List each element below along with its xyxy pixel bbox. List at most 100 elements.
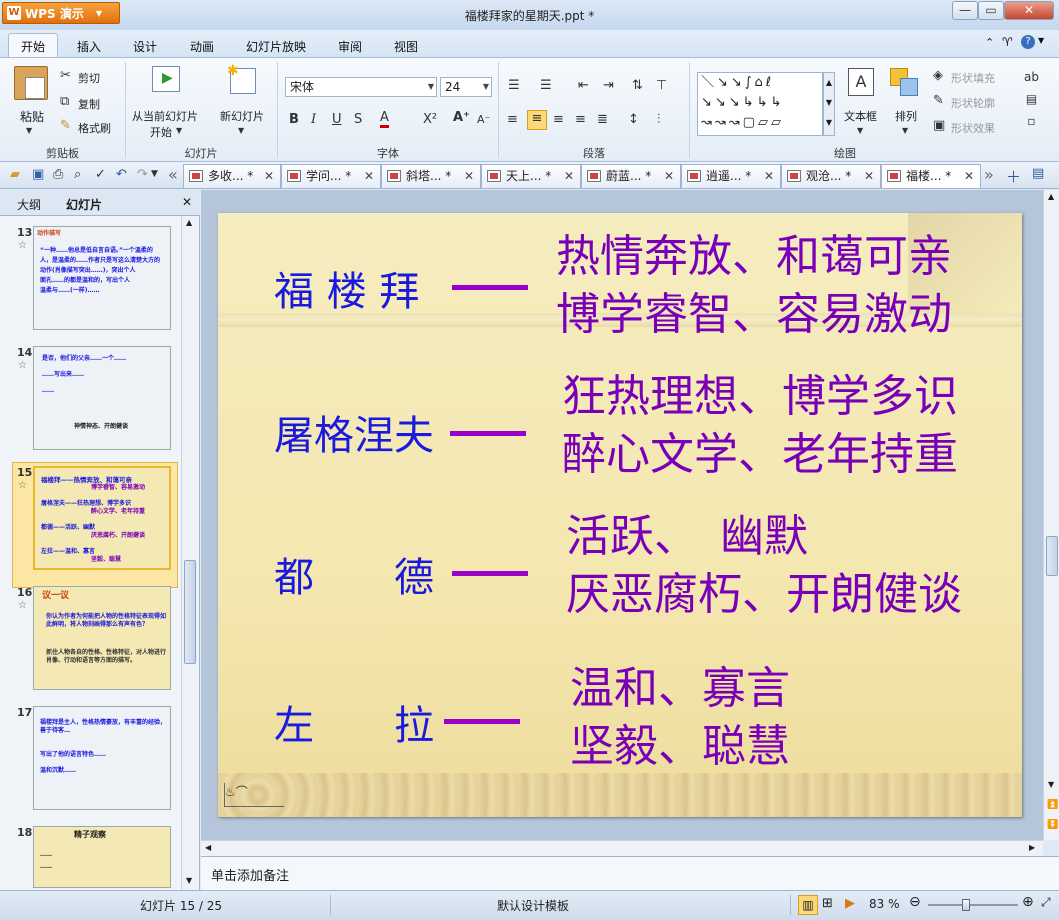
paste-button[interactable]: 粘贴 (20, 108, 44, 125)
scroll-left-icon[interactable]: ◀ (205, 843, 211, 852)
print-icon[interactable]: ⎙ (53, 167, 63, 182)
shape-gallery[interactable]: ＼↘↘∫⌂ℓ ↘↘↘↳↳↳ ↝↝↝▢▱▱ (697, 72, 823, 136)
arrange-button[interactable]: 排列 (895, 108, 917, 124)
shape-effect-button[interactable]: 形状效果 (951, 120, 995, 136)
menu-tab-start[interactable]: 开始 (21, 38, 45, 55)
tabs-scroll-left-icon[interactable]: « (168, 165, 178, 184)
scroll-thumb[interactable] (184, 560, 196, 664)
play-from-current-button-line2[interactable]: 开始 (150, 124, 172, 140)
play-from-current-button[interactable]: 从当前幻灯片 (132, 108, 198, 124)
character-traits[interactable]: 博学睿智、容易激动 (556, 287, 952, 343)
doc-tab-active[interactable]: 福楼... * ✕ (881, 164, 981, 188)
maximize-button[interactable]: ▭ (978, 1, 1004, 20)
superscript-icon[interactable]: X² (423, 112, 437, 127)
close-tab-icon[interactable]: ✕ (764, 165, 774, 187)
chevron-down-icon[interactable]: ▼ (902, 126, 908, 135)
character-traits[interactable]: 温和、寡言 (570, 661, 790, 717)
thumbnail-scrollbar[interactable]: ▲ ▼ (181, 216, 198, 890)
slide-thumbnail[interactable]: 动作描写 “一种……他总是低自言自语。”一个温柔的 人，是温柔的……作者只是写这… (33, 226, 171, 330)
bold-icon[interactable]: B (289, 112, 299, 127)
scroll-right-icon[interactable]: ▶ (1029, 843, 1035, 852)
font-size-select[interactable]: 24 ▼ (440, 77, 492, 97)
close-tab-icon[interactable]: ✕ (364, 165, 374, 187)
increase-indent-icon[interactable]: ⇥ (603, 78, 614, 93)
zoom-in-icon[interactable]: ⊕ (1022, 894, 1034, 910)
close-tab-icon[interactable]: ✕ (564, 165, 574, 187)
close-tab-icon[interactable]: ✕ (264, 165, 274, 187)
tab-slides[interactable]: 幻灯片 (66, 196, 102, 213)
grow-font-icon[interactable]: A⁺ (453, 110, 470, 125)
open-icon[interactable]: ▰ (10, 167, 20, 182)
scroll-down-icon[interactable]: ▼ (1048, 780, 1054, 789)
normal-view-icon[interactable]: ▥ (798, 895, 818, 915)
justify-icon[interactable]: ≡ (575, 112, 586, 127)
new-tab-icon[interactable]: ＋ (1006, 166, 1021, 187)
help-icon[interactable]: ? (1021, 35, 1035, 49)
print-preview-icon[interactable]: ⌕ (74, 167, 81, 182)
character-traits[interactable]: 坚毅、聪慧 (570, 719, 790, 775)
doc-tab[interactable]: 多收... * ✕ (183, 164, 281, 188)
next-slide-icon[interactable]: ⏬ (1047, 820, 1058, 830)
zoom-slider-thumb[interactable] (962, 899, 970, 911)
spellcheck-icon[interactable]: ✓ (95, 167, 106, 182)
doc-tab[interactable]: 逍遥... * ✕ (681, 164, 781, 188)
slide-thumbnail[interactable]: 福楼拜是主人，性格热情豪放，有丰富的经验，善于待客… 写出了他的语言特色…… 温… (33, 706, 171, 810)
help-menu-icon[interactable]: ▼ (1038, 36, 1044, 45)
menu-tab-design[interactable]: 设计 (133, 38, 157, 55)
font-name-select[interactable]: 宋体 ▼ (285, 77, 437, 97)
notes-pane[interactable]: 单击添加备注 (201, 856, 1059, 890)
menu-tab-view[interactable]: 视图 (394, 38, 418, 55)
distribute-icon[interactable]: ≣ (597, 112, 608, 127)
character-traits[interactable]: 活跃、 幽默 (566, 509, 808, 565)
underline-icon[interactable]: U (332, 112, 342, 127)
character-name[interactable]: 都 德 (274, 545, 434, 603)
previous-slide-icon[interactable]: ⏫ (1047, 800, 1058, 810)
close-panel-icon[interactable]: ✕ (182, 195, 192, 209)
chevron-down-icon[interactable]: ▼ (176, 126, 182, 135)
slide-horizontal-scrollbar[interactable]: ◀ ▶ (201, 840, 1043, 856)
customize-toolbar-icon[interactable]: ▼ (151, 169, 158, 179)
chevron-down-icon[interactable]: ▼ (238, 126, 244, 135)
menu-tab-slideshow[interactable]: 幻灯片放映 (246, 38, 306, 55)
doc-tab[interactable]: 斜塔... * ✕ (381, 164, 481, 188)
save-icon[interactable]: ▣ (32, 167, 44, 182)
align-left-icon[interactable]: ≡ (507, 112, 518, 127)
align-right-icon[interactable]: ≡ (553, 112, 564, 127)
more-tools-icon[interactable]: ab ▤ ▫ (1024, 66, 1039, 132)
tab-list-icon[interactable]: ▤ (1032, 166, 1044, 181)
minimize-button[interactable]: — (952, 1, 978, 20)
close-tab-icon[interactable]: ✕ (464, 165, 474, 187)
font-color-icon[interactable]: A (380, 110, 389, 128)
undo-icon[interactable]: ↶ (116, 167, 127, 182)
doc-tab[interactable]: 观沧... * ✕ (781, 164, 881, 188)
columns-icon[interactable]: ⫶ (657, 112, 660, 127)
cut-button[interactable]: 剪切 (78, 70, 100, 86)
shape-outline-button[interactable]: 形状轮廓 (951, 95, 995, 111)
shape-fill-button[interactable]: 形状填充 (951, 70, 995, 86)
chevron-down-icon[interactable]: ▼ (857, 126, 863, 135)
slide-vertical-scrollbar[interactable]: ▲ ▼ ⏫ ⏬ (1043, 190, 1059, 840)
bullets-icon[interactable]: ☰ (508, 78, 520, 93)
tab-outline[interactable]: 大纲 (17, 196, 41, 213)
italic-icon[interactable]: I (311, 112, 316, 127)
character-traits[interactable]: 热情奔放、和蔼可亲 (556, 229, 952, 285)
notes-placeholder[interactable]: 单击添加备注 (211, 865, 289, 884)
fit-window-icon[interactable]: ⤢ (1041, 895, 1051, 910)
ribbon-collapse-icon[interactable]: ⌃ (985, 36, 994, 49)
doc-tab[interactable]: 天上... * ✕ (481, 164, 581, 188)
doc-tab[interactable]: 蔚蓝... * ✕ (581, 164, 681, 188)
text-direction-icon[interactable]: ⇅ (632, 78, 643, 93)
scroll-down-icon[interactable]: ▼ (186, 876, 192, 885)
numbering-icon[interactable]: ☰ (540, 78, 552, 93)
scroll-up-icon[interactable]: ▲ (1048, 192, 1054, 201)
tabs-scroll-right-icon[interactable]: » (984, 165, 994, 184)
slide-thumbnail[interactable]: 是否，他们的父亲……一个…… ……写出来…… …… 神情神态、开朗健谈 (33, 346, 171, 450)
slide-thumbnail-selected[interactable]: 福楼拜——热情奔放、和蔼可亲 博学睿智、容易激动 屠格涅夫——狂热理想、博学多识… (33, 466, 171, 570)
close-tab-icon[interactable]: ✕ (964, 165, 974, 187)
new-slide-button[interactable]: 新幻灯片 (220, 108, 264, 124)
skin-icon[interactable]: ♈ (1002, 35, 1013, 49)
doc-tab[interactable]: 学问... * ✕ (281, 164, 381, 188)
character-name[interactable]: 屠格涅夫 (274, 403, 434, 461)
close-tab-icon[interactable]: ✕ (864, 165, 874, 187)
zoom-level[interactable]: 83 % (869, 897, 900, 911)
